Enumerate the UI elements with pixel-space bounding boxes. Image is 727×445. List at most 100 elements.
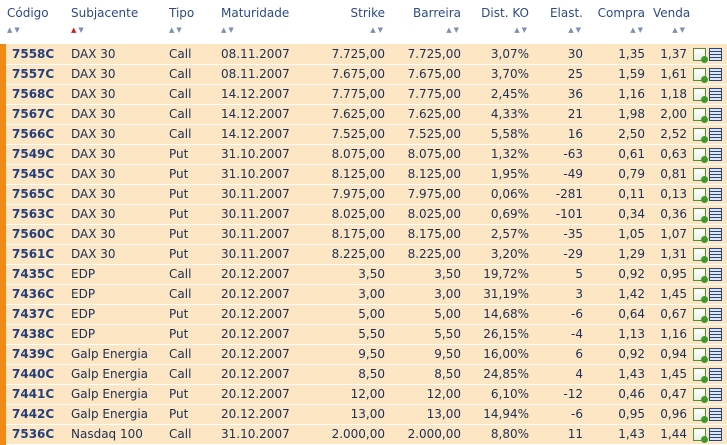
document-plus-icon[interactable] bbox=[693, 348, 708, 363]
sort-arrows-icon[interactable]: ▲▼ bbox=[7, 26, 63, 34]
calculator-icon[interactable] bbox=[709, 148, 722, 161]
document-plus-icon[interactable] bbox=[693, 47, 708, 63]
calculator-icon[interactable] bbox=[709, 128, 722, 141]
cell-code[interactable]: 7536C bbox=[0, 424, 67, 445]
calculator-icon[interactable] bbox=[709, 47, 722, 61]
table-row[interactable]: 7437C EDP Put 20.12.2007 5,00 5,00 14,68% -6 0,6… bbox=[0, 304, 727, 325]
calculator-icon[interactable] bbox=[709, 248, 722, 261]
document-plus-icon[interactable] bbox=[693, 268, 708, 283]
document-plus-icon[interactable] bbox=[693, 248, 708, 263]
cell-code[interactable]: 7566C bbox=[0, 124, 67, 145]
calculator-icon[interactable] bbox=[709, 228, 722, 241]
document-plus-icon[interactable] bbox=[693, 148, 708, 163]
table-row[interactable]: 7549C DAX 30 Put 31.10.2007 8.075,00 8.075,00… bbox=[0, 144, 727, 165]
document-plus-icon[interactable] bbox=[693, 308, 708, 323]
table-row[interactable]: 7566C DAX 30 Call 14.12.2007 7.525,00 7.525,0… bbox=[0, 124, 727, 145]
cell-code[interactable]: 7437C bbox=[0, 304, 67, 325]
document-plus-icon[interactable] bbox=[693, 128, 708, 143]
cell-code[interactable]: 7563C bbox=[0, 204, 67, 225]
cell-code[interactable]: 7440C bbox=[0, 364, 67, 385]
table-row[interactable]: 7560C DAX 30 Put 30.11.2007 8.175,00 8.175,00… bbox=[0, 224, 727, 245]
sort-arrows-icon[interactable]: ▲▼ bbox=[469, 26, 529, 34]
sort-arrows-icon[interactable]: ▲▼ bbox=[591, 26, 645, 34]
table-row[interactable]: 7563C DAX 30 Put 30.11.2007 8.025,00 8.025,00… bbox=[0, 204, 727, 225]
calculator-icon[interactable] bbox=[709, 168, 722, 181]
sort-arrows-icon[interactable]: ▲▼ bbox=[221, 26, 303, 34]
table-row[interactable]: 7565C DAX 30 Put 30.11.2007 7.975,00 7.975,00… bbox=[0, 184, 727, 205]
cell-code[interactable]: 7549C bbox=[0, 144, 67, 165]
document-plus-icon[interactable] bbox=[693, 368, 708, 383]
cell-code[interactable]: 7438C bbox=[0, 324, 67, 345]
calculator-icon[interactable] bbox=[709, 108, 722, 121]
sort-arrows-icon[interactable]: ▲▼ bbox=[311, 26, 385, 34]
document-plus-icon[interactable] bbox=[693, 68, 708, 83]
cell-code[interactable]: 7558C bbox=[0, 44, 67, 65]
cell-code[interactable]: 7567C bbox=[0, 104, 67, 125]
cell-code[interactable]: 7568C bbox=[0, 84, 67, 105]
table-row[interactable]: 7441C Galp Energia Put 20.12.2007 12,00 12,00… bbox=[0, 384, 727, 405]
calculator-icon[interactable] bbox=[709, 328, 722, 341]
cell-code[interactable]: 7545C bbox=[0, 164, 67, 185]
table-row[interactable]: 7439C Galp Energia Call 20.12.2007 9,50 9,50 1… bbox=[0, 344, 727, 365]
column-header-subjacente[interactable]: Subjacente ▲▼ bbox=[67, 0, 165, 44]
document-plus-icon[interactable] bbox=[693, 388, 708, 403]
calculator-icon[interactable] bbox=[709, 348, 722, 361]
sort-arrows-icon[interactable]: ▲▼ bbox=[653, 26, 687, 34]
cell-code[interactable]: 7439C bbox=[0, 344, 67, 365]
calculator-icon[interactable] bbox=[709, 288, 722, 301]
cell-code[interactable]: 7435C bbox=[0, 264, 67, 285]
document-plus-icon[interactable] bbox=[693, 208, 708, 223]
document-plus-icon[interactable] bbox=[693, 228, 708, 243]
table-row[interactable]: 7567C DAX 30 Call 14.12.2007 7.625,00 7.625,0… bbox=[0, 104, 727, 125]
column-header-strike[interactable]: Strike ▲▼ bbox=[307, 0, 389, 44]
calculator-icon[interactable] bbox=[709, 188, 722, 201]
table-row[interactable]: 7545C DAX 30 Put 31.10.2007 8.125,00 8.125,00… bbox=[0, 164, 727, 185]
calculator-icon[interactable] bbox=[709, 208, 722, 221]
calculator-icon[interactable] bbox=[709, 408, 722, 421]
sort-arrows-icon[interactable]: ▲▼ bbox=[393, 26, 461, 34]
document-plus-icon[interactable] bbox=[693, 188, 708, 203]
cell-code[interactable]: 7560C bbox=[0, 224, 67, 245]
calculator-icon[interactable] bbox=[709, 88, 722, 101]
table-row[interactable]: 7568C DAX 30 Call 14.12.2007 7.775,00 7.775,0… bbox=[0, 84, 727, 105]
calculator-icon[interactable] bbox=[709, 68, 722, 81]
table-row[interactable]: 7442C Galp Energia Put 20.12.2007 13,00 13,00… bbox=[0, 404, 727, 425]
document-plus-icon[interactable] bbox=[693, 108, 708, 123]
table-row[interactable]: 7440C Galp Energia Call 20.12.2007 8,50 8,50 2… bbox=[0, 364, 727, 385]
column-header-tipo[interactable]: Tipo ▲▼ bbox=[165, 0, 217, 44]
cell-code[interactable]: 7442C bbox=[0, 404, 67, 425]
column-header-compra[interactable]: Compra ▲▼ bbox=[587, 0, 649, 44]
table-row[interactable]: 7561C DAX 30 Put 30.11.2007 8.225,00 8.225,00… bbox=[0, 244, 727, 265]
column-header-elast-[interactable]: Elast. ▲▼ bbox=[533, 0, 587, 44]
column-header-maturidade[interactable]: Maturidade ▲▼ bbox=[217, 0, 307, 44]
table-row[interactable]: 7436C EDP Call 20.12.2007 3,00 3,00 31,19% 3 1,4… bbox=[0, 284, 727, 305]
cell-code[interactable]: 7557C bbox=[0, 64, 67, 85]
calculator-icon[interactable] bbox=[709, 388, 722, 401]
document-plus-icon[interactable] bbox=[693, 88, 708, 103]
cell-code[interactable]: 7561C bbox=[0, 244, 67, 265]
table-row[interactable]: 7536C Nasdaq 100 Call 31.10.2007 2.000,00 2.0… bbox=[0, 424, 727, 445]
table-row[interactable]: 7438C EDP Put 20.12.2007 5,50 5,50 26,15% -4 1,1… bbox=[0, 324, 727, 345]
calculator-icon[interactable] bbox=[709, 268, 722, 281]
table-row[interactable]: 7557C DAX 30 Call 08.11.2007 7.675,00 7.675,0… bbox=[0, 64, 727, 85]
sort-arrows-icon[interactable]: ▲▼ bbox=[537, 26, 583, 34]
calculator-icon[interactable] bbox=[709, 308, 722, 321]
document-plus-icon[interactable] bbox=[693, 428, 708, 443]
document-plus-icon[interactable] bbox=[693, 168, 708, 183]
cell-code[interactable]: 7441C bbox=[0, 384, 67, 405]
cell-code[interactable]: 7436C bbox=[0, 284, 67, 305]
column-header-c-digo[interactable]: Código ▲▼ bbox=[3, 0, 67, 44]
column-header-barreira[interactable]: Barreira ▲▼ bbox=[389, 0, 465, 44]
table-row[interactable]: 7558C DAX 30 Call 08.11.2007 7.725,00 7.725,0… bbox=[0, 44, 727, 65]
document-plus-icon[interactable] bbox=[693, 408, 708, 423]
sort-arrows-icon[interactable]: ▲▼ bbox=[71, 26, 161, 34]
document-plus-icon[interactable] bbox=[693, 328, 708, 343]
sort-arrows-icon[interactable]: ▲▼ bbox=[169, 26, 213, 34]
table-row[interactable]: 7435C EDP Call 20.12.2007 3,50 3,50 19,72% 5 0,9… bbox=[0, 264, 727, 285]
column-header-dist-ko[interactable]: Dist. KO ▲▼ bbox=[465, 0, 533, 44]
column-header-venda[interactable]: Venda ▲▼ bbox=[649, 0, 691, 44]
calculator-icon[interactable] bbox=[709, 428, 722, 441]
calculator-icon[interactable] bbox=[709, 368, 722, 381]
document-plus-icon[interactable] bbox=[693, 288, 708, 303]
cell-code[interactable]: 7565C bbox=[0, 184, 67, 205]
